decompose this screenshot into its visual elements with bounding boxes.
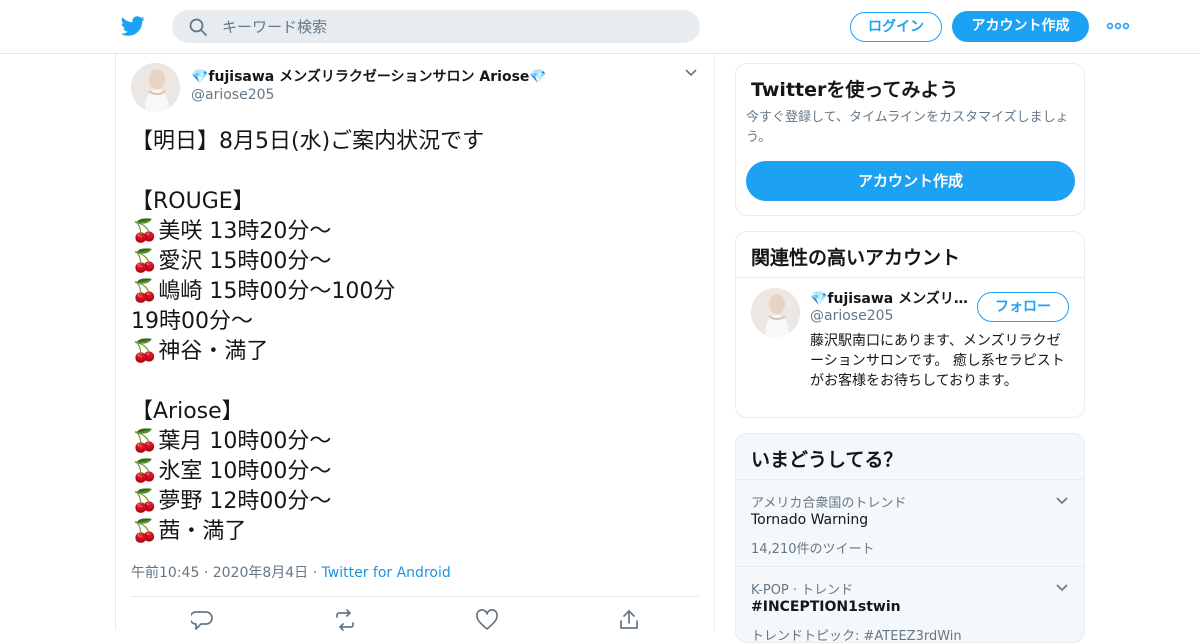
like-icon[interactable] bbox=[475, 609, 499, 631]
tweet-meta: 午前10:45 · 2020年8月4日 · Twitter for Androi… bbox=[131, 562, 451, 582]
trend-count: 14,210件のツイート bbox=[751, 542, 875, 557]
share-icon[interactable] bbox=[617, 609, 641, 631]
chevron-down-icon[interactable] bbox=[1055, 583, 1069, 593]
signup-promo-card: Twitterを使ってみよう 今すぐ登録して、タイムラインをカスタマイズしましょ… bbox=[735, 63, 1085, 216]
related-handle[interactable]: @ariose205 bbox=[810, 308, 893, 324]
divider bbox=[736, 277, 1084, 278]
trend-name[interactable]: #INCEPTION1stwin bbox=[751, 599, 901, 615]
tweet-detail: 💎fujisawa メンズリラクゼーションサロン Ariose💎 @ariose… bbox=[115, 54, 716, 633]
author-handle[interactable]: @ariose205 bbox=[191, 87, 274, 103]
chevron-down-icon[interactable] bbox=[1055, 496, 1069, 506]
top-navigation-bar: ログイン アカウント作成 bbox=[0, 0, 1200, 54]
trend-item[interactable]: アメリカ合衆国のトレンド Tornado Warning 14,210件のツイー… bbox=[736, 479, 1084, 567]
related-title: 関連性の高いアカウント bbox=[751, 247, 961, 269]
tweet-body: 【明日】8月5日(水)ご案内状況です 【ROUGE】 🍒美咲 13時20分～ 🍒… bbox=[131, 129, 485, 544]
signup-button[interactable]: アカウント作成 bbox=[952, 11, 1089, 42]
tweet-date: 2020年8月4日 bbox=[212, 565, 309, 581]
tweet-time: 午前10:45 bbox=[131, 565, 200, 581]
related-accounts-card: 関連性の高いアカウント 💎fujisawa メンズリラクゼーションサロン Ari… bbox=[735, 231, 1085, 418]
related-bio: 藤沢駅南口にあります、メンズリラクゼーションサロンです。 癒し系セラピストがお客… bbox=[810, 333, 1065, 389]
meta-separator: · bbox=[203, 565, 209, 581]
promo-title: Twitterを使ってみよう bbox=[751, 79, 959, 101]
author-avatar[interactable] bbox=[131, 63, 180, 112]
trend-count: トレンドトピック: #ATEEZ3rdWin bbox=[751, 629, 962, 643]
search-bar[interactable] bbox=[172, 10, 700, 43]
search-input[interactable] bbox=[222, 10, 682, 43]
divider bbox=[131, 596, 699, 597]
author-name[interactable]: 💎fujisawa メンズリラクゼーションサロン Ariose💎 bbox=[191, 66, 547, 86]
promo-description: 今すぐ登録して、タイムラインをカスタマイズしましょう。 bbox=[746, 110, 1069, 145]
retweet-icon[interactable] bbox=[333, 609, 357, 631]
chevron-down-icon[interactable] bbox=[684, 68, 698, 78]
follow-button[interactable]: フォロー bbox=[977, 292, 1069, 322]
tweet-source-link[interactable]: Twitter for Android bbox=[322, 565, 451, 581]
trend-category: アメリカ合衆国のトレンド bbox=[751, 496, 907, 511]
search-icon bbox=[189, 18, 207, 36]
meta-separator: · bbox=[312, 565, 318, 581]
more-dots-icon[interactable] bbox=[1106, 18, 1130, 34]
related-avatar[interactable] bbox=[751, 288, 800, 337]
trend-name[interactable]: Tornado Warning bbox=[751, 512, 868, 528]
tweet-actions bbox=[116, 609, 716, 633]
promo-signup-button[interactable]: アカウント作成 bbox=[746, 161, 1075, 201]
trends-title: いまどうしてる？ bbox=[751, 449, 903, 471]
trend-item[interactable]: K-POP · トレンド #INCEPTION1stwin トレンドトピック: … bbox=[736, 566, 1084, 643]
related-name[interactable]: 💎fujisawa メンズリラクゼーションサロン Ariose💎 bbox=[810, 288, 970, 308]
twitter-bird-icon[interactable] bbox=[120, 14, 146, 38]
reply-icon[interactable] bbox=[191, 609, 215, 631]
login-button[interactable]: ログイン bbox=[850, 12, 942, 42]
trends-card: いまどうしてる？ アメリカ合衆国のトレンド Tornado Warning 14… bbox=[735, 433, 1085, 643]
trend-category: K-POP · トレンド bbox=[751, 583, 854, 598]
